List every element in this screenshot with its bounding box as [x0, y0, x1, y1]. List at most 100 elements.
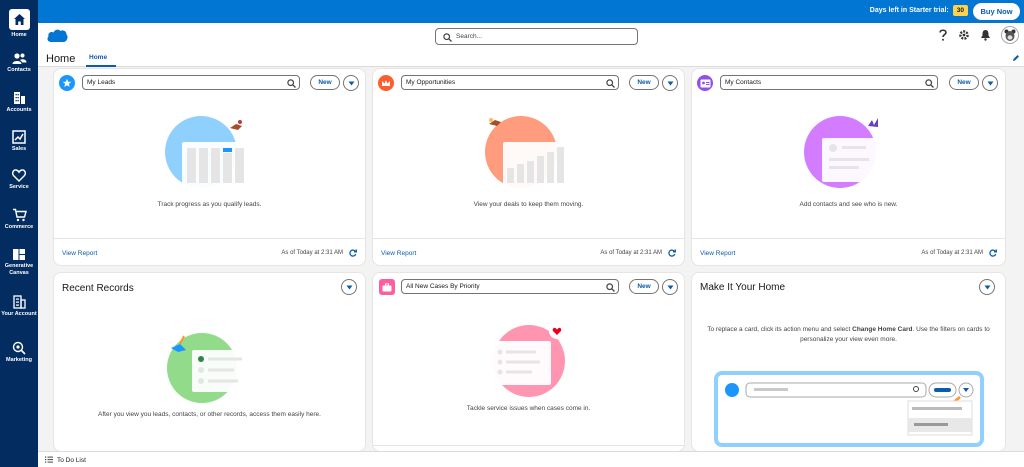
- new-case-button[interactable]: New: [629, 279, 659, 294]
- chevron-down-icon: [346, 285, 352, 289]
- chevron-down-icon: [667, 285, 673, 289]
- nav-item-marketing[interactable]: Marketing: [0, 341, 38, 364]
- page-title: Home: [46, 53, 76, 65]
- nav-label: Service: [9, 184, 29, 190]
- home-icon: [8, 9, 30, 30]
- contacts-icon: [12, 53, 26, 64]
- make-it-your-home-card: Make It Your Home To replace a card, cli…: [692, 273, 1005, 451]
- contacts-caption: Add contacts and see who is new.: [799, 201, 898, 208]
- chevron-down-icon: [984, 285, 990, 289]
- nav-item-commerce[interactable]: Commerce: [0, 208, 38, 231]
- search-icon: [443, 33, 452, 42]
- chevron-down-icon: [667, 81, 673, 85]
- opportunities-list-select[interactable]: My Opportunities: [401, 75, 619, 90]
- chevron-down-icon: [348, 81, 354, 85]
- gear-icon[interactable]: [958, 29, 970, 41]
- trial-status: Days left in Starter trial: 30: [870, 5, 968, 16]
- generative-canvas-icon: [13, 249, 25, 260]
- new-contact-button[interactable]: New: [949, 75, 979, 90]
- opportunities-crown-icon: [378, 75, 394, 91]
- help-icon[interactable]: [938, 29, 948, 41]
- nav-label: Marketing: [6, 357, 32, 363]
- search-icon: [606, 283, 615, 292]
- recent-records-card: Recent Records After you view you leads,…: [54, 273, 365, 451]
- contacts-card-icon: [697, 75, 713, 91]
- card-title: Recent Records: [62, 283, 134, 294]
- cases-card: All New Cases By Priority New Tackle ser…: [373, 273, 684, 451]
- leads-list-select[interactable]: My Leads: [82, 75, 300, 90]
- nav-label: Sales: [11, 146, 27, 152]
- select-value: My Contacts: [725, 79, 762, 86]
- cases-list-select[interactable]: All New Cases By Priority: [401, 279, 619, 294]
- card-action-menu-button[interactable]: [662, 279, 678, 295]
- todo-list-icon: [45, 456, 53, 463]
- view-report-link[interactable]: View Report: [700, 250, 735, 257]
- contacts-illustration: [804, 116, 890, 188]
- salesforce-logo[interactable]: [46, 28, 68, 48]
- nav-item-contacts[interactable]: Contacts: [0, 52, 38, 74]
- nav-item-service[interactable]: Service: [0, 169, 38, 191]
- select-value: All New Cases By Priority: [406, 283, 480, 290]
- leads-illustration: [165, 116, 250, 188]
- leads-caption: Track progress as you qualify leads.: [157, 201, 262, 208]
- card-divider: [373, 445, 684, 446]
- utility-bar: To Do List: [38, 451, 1024, 467]
- as-of-timestamp: As of Today at 2:31 AM: [921, 250, 983, 256]
- avatar[interactable]: [1001, 26, 1019, 44]
- nav-item-home[interactable]: Home: [0, 9, 38, 39]
- nav-label: Generative Canvas: [4, 263, 34, 276]
- view-report-link[interactable]: View Report: [62, 250, 97, 257]
- refresh-icon[interactable]: [349, 249, 357, 257]
- nav-label: Accounts: [6, 107, 32, 113]
- tab-home[interactable]: Home: [89, 54, 107, 61]
- card-action-menu-button[interactable]: [662, 75, 678, 91]
- card-action-menu-button[interactable]: [982, 75, 998, 91]
- refresh-icon[interactable]: [668, 249, 676, 257]
- contacts-card: My Contacts New Add contacts and see who…: [692, 69, 1005, 265]
- new-opportunity-button[interactable]: New: [629, 75, 659, 90]
- nav-item-sales[interactable]: Sales: [0, 130, 38, 153]
- nav-label: Contacts: [7, 67, 31, 73]
- new-lead-button[interactable]: New: [310, 75, 340, 90]
- search-icon: [925, 79, 934, 88]
- card-title: Make It Your Home: [700, 282, 786, 293]
- nav-item-generative-canvas[interactable]: Generative Canvas: [0, 248, 38, 276]
- opportunities-card-footer: View Report As of Today at 2:31 AM: [373, 238, 684, 265]
- card-action-menu-button[interactable]: [341, 279, 357, 295]
- card-action-menu-button[interactable]: [343, 75, 359, 91]
- card-action-menu-button[interactable]: [979, 279, 995, 295]
- as-of-timestamp: As of Today at 2:31 AM: [281, 250, 343, 256]
- select-value: My Leads: [87, 79, 116, 86]
- recent-records-illustration: [167, 333, 250, 403]
- contacts-list-select[interactable]: My Contacts: [720, 75, 938, 90]
- your-account-icon: [12, 295, 26, 309]
- refresh-icon[interactable]: [989, 249, 997, 257]
- select-value: My Opportunities: [406, 79, 456, 86]
- contacts-card-footer: View Report As of Today at 2:31 AM: [692, 238, 1005, 265]
- edit-nav-pencil-icon[interactable]: [1012, 54, 1020, 62]
- nav-label: Home: [11, 32, 27, 38]
- notifications-bell-icon[interactable]: [980, 29, 991, 41]
- accounts-icon: [13, 92, 25, 104]
- leads-card-footer: View Report As of Today at 2:31 AM: [54, 238, 365, 265]
- sales-icon: [12, 130, 26, 144]
- nav-item-accounts[interactable]: Accounts: [0, 91, 38, 114]
- active-tab-indicator: [86, 65, 116, 67]
- todo-list-button[interactable]: To Do List: [57, 457, 86, 464]
- nav-item-your-account[interactable]: Your Account: [0, 295, 38, 318]
- view-report-link[interactable]: View Report: [381, 250, 416, 257]
- opportunities-card: My Opportunities New View your deals to …: [373, 69, 684, 265]
- buy-now-button[interactable]: Buy Now: [973, 3, 1020, 20]
- opportunities-caption: View your deals to keep them moving.: [473, 201, 584, 208]
- leads-star-icon: [59, 75, 75, 91]
- global-search-input[interactable]: Search...: [435, 28, 638, 45]
- search-placeholder: Search...: [456, 33, 483, 40]
- chevron-down-icon: [987, 81, 993, 85]
- trial-banner: Days left in Starter trial: 30 Buy Now: [38, 0, 1024, 23]
- marketing-icon: [12, 341, 26, 355]
- cases-illustration: [491, 323, 565, 397]
- trial-text: Days left in Starter trial:: [869, 7, 949, 14]
- make-home-description: To replace a card, click its action menu…: [700, 325, 997, 345]
- nav-label: Your Account: [1, 311, 37, 317]
- search-icon: [606, 79, 615, 88]
